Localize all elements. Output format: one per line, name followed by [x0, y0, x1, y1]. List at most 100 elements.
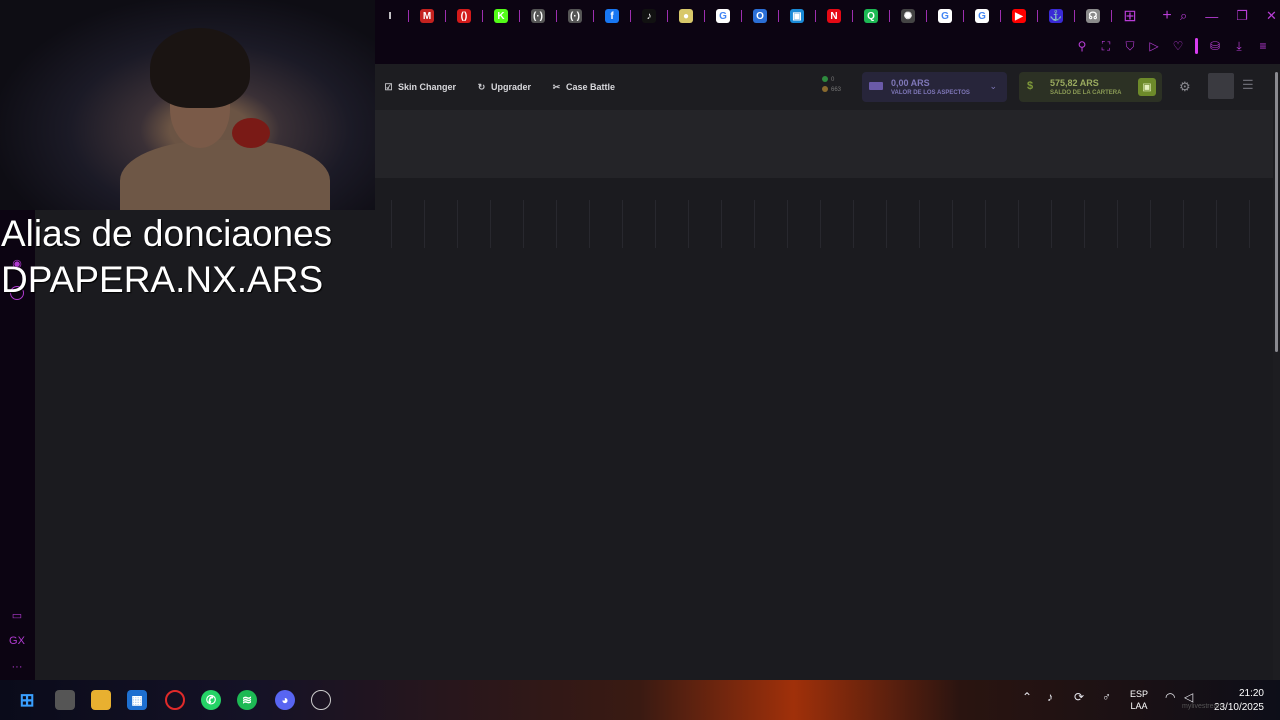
- send-icon[interactable]: ▷: [1147, 39, 1161, 53]
- sidebar-box-icon[interactable]: ▭: [10, 608, 24, 622]
- webcam-background-object: [232, 118, 270, 148]
- tab-separator: [482, 10, 483, 22]
- nav-skin-changer[interactable]: ☑ Skin Changer: [384, 81, 457, 93]
- heart-icon[interactable]: ♡: [1171, 39, 1185, 53]
- volume-tray-icon[interactable]: ♪: [1047, 690, 1053, 704]
- inventory-value-label: VALOR DE LOS ASPECTOS: [891, 90, 970, 96]
- hamburger-menu-icon[interactable]: ☰: [1242, 77, 1254, 93]
- netflix-icon: N: [827, 9, 841, 23]
- browser-tab[interactable]: G: [930, 6, 964, 26]
- chevron-down-icon: ⌄: [989, 81, 997, 91]
- task-view-icon[interactable]: [55, 690, 75, 710]
- tiktok-icon: ♪: [642, 9, 656, 23]
- browser-tab[interactable]: ▣: [782, 6, 816, 26]
- webcam-overlay: [0, 0, 375, 210]
- browser-tab[interactable]: G: [967, 6, 1001, 26]
- nav-icon: ☑: [384, 81, 393, 92]
- opera-gx-taskbar-icon[interactable]: [165, 690, 185, 710]
- new-tab-button[interactable]: +: [1152, 6, 1182, 26]
- nav-label: Upgrader: [491, 82, 532, 92]
- tab-blue-icon: ▣: [790, 9, 804, 23]
- scrollbar-thumb[interactable]: [1275, 72, 1278, 352]
- browser-tab[interactable]: f: [597, 6, 631, 26]
- browser-tab[interactable]: ▶: [1004, 6, 1038, 26]
- browser-tab[interactable]: Q: [856, 6, 890, 26]
- snapshot-icon[interactable]: ⛶: [1099, 39, 1113, 53]
- gear-icon[interactable]: ⚙: [1179, 79, 1191, 95]
- browser-tab[interactable]: ✺: [893, 6, 927, 26]
- tab-separator: [1111, 10, 1112, 22]
- close-button[interactable]: ✕: [1266, 8, 1277, 24]
- wifi-icon[interactable]: ◠: [1165, 690, 1175, 704]
- file-explorer-icon[interactable]: [91, 690, 111, 710]
- clock-time: 21:20: [1238, 688, 1264, 699]
- more-icon[interactable]: ···: [10, 660, 24, 674]
- tab-separator: [519, 10, 520, 22]
- browser-tab[interactable]: ⚓: [1041, 6, 1075, 26]
- wallet-box[interactable]: $ 575,82 ARS SALDO DE LA CARTERA ▣: [1019, 72, 1162, 102]
- browser-tab[interactable]: K: [486, 6, 520, 26]
- toolbar-tools: ⚲ ⛶ ⛉ ▷ ♡ ⛁ ⤓ ≡: [1075, 38, 1270, 54]
- keyboard-layout: LAA: [1130, 701, 1148, 711]
- kick-icon: K: [494, 9, 508, 23]
- nav-upgrader[interactable]: ↻ Upgrader: [477, 82, 532, 93]
- page-scrollbar[interactable]: [1273, 64, 1280, 680]
- discord-icon[interactable]: ◕: [275, 690, 295, 710]
- donation-alias-value: DPAPERA.NX.ARS: [1, 259, 324, 300]
- browser-tab[interactable]: ♪: [634, 6, 668, 26]
- tab-o-icon: O: [753, 9, 767, 23]
- webcam-person-body: [120, 140, 330, 210]
- obs-icon[interactable]: [311, 690, 331, 710]
- watermark: mylivestream: [1182, 703, 1224, 710]
- browser-tab[interactable]: M: [412, 6, 446, 26]
- menu-icon[interactable]: ≡: [1256, 39, 1270, 53]
- browser-tab[interactable]: I: [375, 6, 409, 26]
- google-icon: G: [716, 9, 730, 23]
- language-indicator[interactable]: ESP LAA: [1130, 688, 1148, 712]
- speaker-icon[interactable]: ◁: [1184, 690, 1193, 704]
- tab-separator: [963, 10, 964, 22]
- browser-tab-bar: I M () K (·) (·) f ♪ ● G O ▣ N Q ✺ G G ▶ ⚓ ☊ ⊞ +: [375, 0, 1280, 32]
- browser-tab[interactable]: ●: [671, 6, 705, 26]
- spotify-icon[interactable]: ≋: [237, 690, 257, 710]
- tab-separator: [778, 10, 779, 22]
- store-icon[interactable]: ▦: [127, 690, 147, 710]
- tab-separator: [889, 10, 890, 22]
- google-icon: G: [975, 9, 989, 23]
- webcam-person-hair: [150, 28, 250, 108]
- avatar[interactable]: [1208, 73, 1234, 99]
- browser-tab[interactable]: (·): [560, 6, 594, 26]
- browser-tab[interactable]: N: [819, 6, 853, 26]
- nav-label: Skin Changer: [398, 82, 457, 92]
- gmail-icon: M: [420, 9, 434, 23]
- generic-tab-icon: I: [383, 9, 397, 23]
- clock[interactable]: 21:20 23/10/2025: [1214, 687, 1264, 715]
- windows-start-icon[interactable]: ⊞: [17, 690, 37, 710]
- browser-tab[interactable]: G: [708, 6, 742, 26]
- search-tabs-icon[interactable]: ⌕: [1180, 8, 1187, 24]
- inventory-value-box[interactable]: 0,00 ARS VALOR DE LOS ASPECTOS ⌄: [862, 72, 1007, 102]
- tray-chevron-up-icon[interactable]: ⌃: [1022, 690, 1032, 704]
- nav-case-battle[interactable]: ✂ Case Battle: [552, 81, 615, 93]
- window-controls: ⌕ — ❐ ✕: [1180, 0, 1280, 32]
- wallet-icon[interactable]: ▣: [1138, 78, 1156, 96]
- bag-icon[interactable]: ⛁: [1208, 39, 1222, 53]
- sidebar-gx-icon[interactable]: GX: [9, 634, 25, 648]
- browser-tab[interactable]: (·): [523, 6, 557, 26]
- browser-tab[interactable]: O: [745, 6, 779, 26]
- minimize-button[interactable]: —: [1205, 9, 1218, 24]
- pin-icon[interactable]: ⚲: [1075, 39, 1089, 53]
- tab-grid-icon[interactable]: ⊞: [1115, 6, 1145, 26]
- browser-tab[interactable]: ☊: [1078, 6, 1112, 26]
- wallet-amount: 575,82 ARS: [1050, 78, 1099, 88]
- restore-button[interactable]: ❐: [1236, 8, 1248, 24]
- microphone-icon[interactable]: ♂: [1102, 690, 1111, 704]
- google-icon: G: [938, 9, 952, 23]
- tab-separator: [741, 10, 742, 22]
- browser-tab[interactable]: (): [449, 6, 483, 26]
- sync-icon[interactable]: ⟳: [1074, 690, 1084, 704]
- whatsapp-icon[interactable]: ✆: [201, 690, 221, 710]
- nav-icon: ✂: [552, 81, 561, 92]
- download-icon[interactable]: ⤓: [1232, 39, 1246, 53]
- shield-icon[interactable]: ⛉: [1123, 39, 1137, 53]
